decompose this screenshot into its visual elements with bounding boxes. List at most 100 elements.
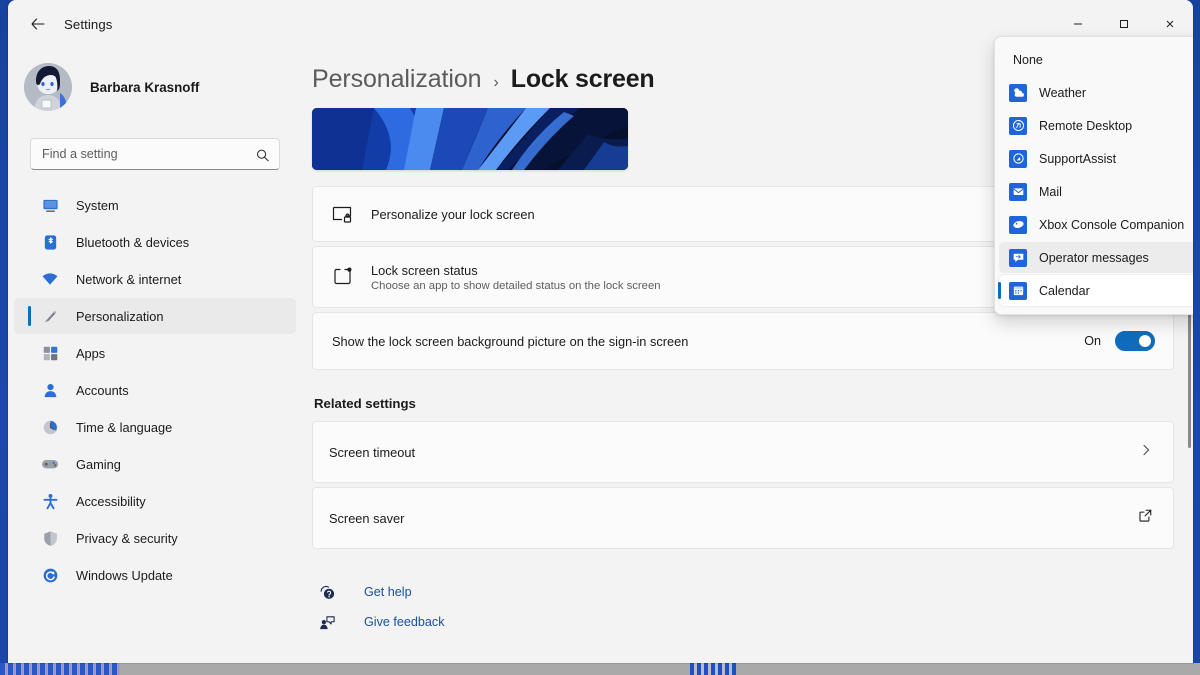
toggle-state-label: On bbox=[1084, 334, 1101, 348]
maximize-icon bbox=[1120, 20, 1128, 28]
minimize-icon bbox=[1074, 23, 1082, 25]
dropdown-item-label: Xbox Console Companion bbox=[1039, 217, 1185, 232]
sidebar-item-label: Network & internet bbox=[76, 271, 182, 287]
clock-icon bbox=[40, 419, 60, 436]
footer-links: Get help Give feedback bbox=[312, 577, 1193, 637]
close-icon bbox=[1166, 20, 1174, 28]
sidebar-item-accounts[interactable]: Accounts bbox=[14, 372, 296, 408]
sidebar-item-personalization[interactable]: Personalization bbox=[14, 298, 296, 334]
taskbar-center-icons[interactable] bbox=[690, 663, 736, 675]
dropdown-item-label: None bbox=[1013, 52, 1043, 67]
calendar-app-icon bbox=[1009, 281, 1027, 300]
person-icon bbox=[40, 382, 60, 399]
dropdown-item-label: Remote Desktop bbox=[1039, 118, 1133, 133]
related-settings-heading: Related settings bbox=[314, 396, 416, 411]
back-button[interactable] bbox=[22, 8, 54, 40]
taskbar[interactable] bbox=[0, 663, 1200, 675]
dropdown-item-none[interactable]: None bbox=[999, 44, 1193, 75]
chevron-right-icon bbox=[1139, 443, 1153, 462]
sidebar-item-label: Gaming bbox=[76, 456, 121, 472]
sidebar-item-bluetooth-devices[interactable]: Bluetooth & devices bbox=[14, 224, 296, 260]
feedback-person-icon bbox=[316, 614, 338, 631]
sidebar-nav-list: System Bluetooth & devices Network & int… bbox=[8, 180, 302, 593]
sidebar-item-system[interactable]: System bbox=[14, 187, 296, 223]
show-background-toggle[interactable] bbox=[1115, 331, 1155, 351]
sidebar-item-gaming[interactable]: Gaming bbox=[14, 446, 296, 482]
settings-window: Settings Barbara Krasnoff Find a setting… bbox=[8, 0, 1193, 663]
sidebar-item-label: Privacy & security bbox=[76, 530, 178, 546]
sidebar-item-windows-update[interactable]: Windows Update bbox=[14, 557, 296, 593]
weather-app-icon bbox=[1009, 83, 1027, 102]
bloom-wallpaper-graphic bbox=[312, 108, 628, 170]
breadcrumb-separator-icon: › bbox=[493, 74, 499, 91]
sidebar-item-apps[interactable]: Apps bbox=[14, 335, 296, 371]
card-title: Show the lock screen background picture … bbox=[332, 333, 689, 349]
search-input[interactable] bbox=[31, 139, 279, 169]
lock-screen-status-icon bbox=[329, 266, 355, 288]
apps-grid-icon bbox=[40, 345, 60, 362]
dropdown-item-xbox-console-companion[interactable]: Xbox Console Companion bbox=[999, 209, 1193, 240]
user-profile[interactable]: Barbara Krasnoff bbox=[8, 48, 302, 122]
search-magnifier-icon bbox=[256, 149, 269, 161]
breadcrumb-parent-link[interactable]: Personalization bbox=[312, 65, 482, 94]
sidebar-item-accessibility[interactable]: Accessibility bbox=[14, 483, 296, 519]
avatar bbox=[24, 63, 72, 111]
footer-link-label: Get help bbox=[364, 585, 412, 599]
show-background-on-signin-card: Show the lock screen background picture … bbox=[312, 312, 1174, 370]
sidebar-item-network-internet[interactable]: Network & internet bbox=[14, 261, 296, 297]
back-arrow-icon bbox=[31, 18, 45, 30]
dropdown-item-operator-messages[interactable]: Operator messages bbox=[999, 242, 1193, 273]
dropdown-item-remote-desktop[interactable]: Remote Desktop bbox=[999, 110, 1193, 141]
supportassist-app-icon bbox=[1009, 149, 1027, 168]
profile-name: Barbara Krasnoff bbox=[90, 79, 200, 95]
sidebar-item-label: Apps bbox=[76, 345, 106, 361]
search-icon[interactable] bbox=[249, 142, 275, 168]
footer-link-label: Give feedback bbox=[364, 615, 445, 629]
dropdown-item-supportassist[interactable]: SupportAssist bbox=[999, 143, 1193, 174]
search-box[interactable] bbox=[30, 138, 280, 170]
give-feedback-link[interactable]: Give feedback bbox=[312, 607, 502, 637]
dropdown-item-weather[interactable]: Weather bbox=[999, 77, 1193, 108]
xbox-app-icon bbox=[1009, 215, 1027, 234]
sidebar-item-time-language[interactable]: Time & language bbox=[14, 409, 296, 445]
sidebar-item-label: Time & language bbox=[76, 419, 173, 435]
screen-timeout-row[interactable]: Screen timeout bbox=[312, 421, 1174, 483]
taskbar-app-icons[interactable] bbox=[0, 663, 120, 675]
dropdown-item-label: Calendar bbox=[1039, 283, 1090, 298]
open-external-icon bbox=[1138, 508, 1153, 528]
related-item-label: Screen timeout bbox=[329, 444, 416, 460]
toggle-group: On bbox=[1084, 331, 1155, 351]
gamepad-icon bbox=[40, 455, 60, 473]
operator-messages-app-icon bbox=[1009, 248, 1027, 267]
sidebar-item-label: System bbox=[76, 197, 119, 213]
dropdown-item-label: Operator messages bbox=[1039, 250, 1149, 265]
dropdown-item-label: SupportAssist bbox=[1039, 151, 1117, 166]
sidebar: Barbara Krasnoff Find a setting System B… bbox=[8, 48, 302, 663]
dropdown-item-calendar[interactable]: Calendar bbox=[998, 275, 1193, 306]
lock-screen-wallpaper-preview[interactable] bbox=[312, 108, 628, 170]
accessibility-person-icon bbox=[40, 493, 60, 510]
lock-screen-status-app-dropdown[interactable]: None Weather Remote Desktop SupportAssis… bbox=[994, 36, 1193, 315]
page-title: Lock screen bbox=[510, 65, 655, 93]
dropdown-item-mail[interactable]: Mail bbox=[999, 176, 1193, 207]
card-text: Show the lock screen background picture … bbox=[332, 334, 1084, 349]
dropdown-item-label: Weather bbox=[1039, 85, 1087, 100]
paintbrush-icon bbox=[40, 308, 60, 325]
sidebar-item-label: Personalization bbox=[76, 308, 164, 324]
search-container bbox=[8, 122, 302, 180]
sidebar-item-label: Accounts bbox=[76, 382, 129, 398]
help-question-icon bbox=[316, 584, 338, 601]
update-refresh-icon bbox=[40, 567, 60, 584]
mail-app-icon bbox=[1009, 182, 1027, 201]
sidebar-item-privacy-security[interactable]: Privacy & security bbox=[14, 520, 296, 556]
get-help-link[interactable]: Get help bbox=[312, 577, 502, 607]
lock-screen-picture-icon bbox=[329, 203, 355, 225]
related-item-label: Screen saver bbox=[329, 510, 405, 526]
screen-saver-row[interactable]: Screen saver bbox=[312, 487, 1174, 549]
wifi-icon bbox=[40, 270, 60, 288]
sidebar-item-label: Accessibility bbox=[76, 493, 146, 509]
remote-desktop-app-icon bbox=[1009, 116, 1027, 135]
dropdown-item-label: Mail bbox=[1039, 184, 1062, 199]
toggle-knob bbox=[1139, 335, 1151, 347]
user-avatar-illustration bbox=[24, 63, 72, 111]
